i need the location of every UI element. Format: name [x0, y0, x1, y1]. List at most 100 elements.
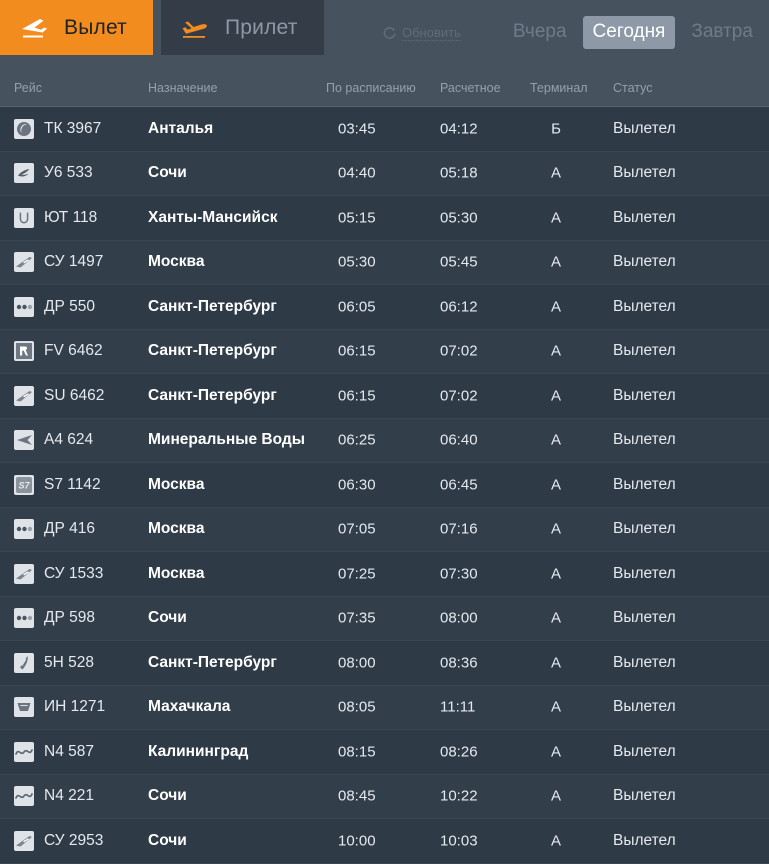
flight-number: СУ 1497	[44, 253, 103, 271]
destination: Санкт-Петербург	[148, 298, 277, 316]
flight-number: N4 221	[44, 787, 94, 805]
table-row[interactable]: SU 6462Санкт-Петербург06:1507:02АВылетел	[0, 374, 769, 419]
table-row[interactable]: S7S7 1142Москва06:3006:45АВылетел	[0, 463, 769, 508]
day-today[interactable]: Сегодня	[583, 16, 676, 49]
flight-number: ДР 550	[44, 298, 95, 316]
flight-number: У6 533	[44, 164, 93, 182]
table-row[interactable]: СУ 2953Сочи10:0010:03АВылетел	[0, 819, 769, 864]
scheduled-time: 06:25	[338, 432, 376, 449]
destination: Москва	[148, 565, 205, 583]
table-row[interactable]: ИН 1271Махачкала08:0511:11АВылетел	[0, 686, 769, 731]
airline-logo-cell	[14, 297, 34, 317]
flight-number: SU 6462	[44, 387, 104, 405]
turkish-airlines-logo-icon	[14, 119, 34, 139]
scheduled-time: 08:00	[338, 654, 376, 671]
airline-logo-cell	[14, 430, 34, 450]
table-row[interactable]: ДР 550Санкт-Петербург06:0506:12АВылетел	[0, 285, 769, 330]
table-row[interactable]: 5Н 528Санкт-Петербург08:0008:36АВылетел	[0, 641, 769, 686]
table-row[interactable]: СУ 1497Москва05:3005:45АВылетел	[0, 241, 769, 286]
table-row[interactable]: N4 587Калининград08:1508:26АВылетел	[0, 730, 769, 775]
tab-arrivals[interactable]: Прилет	[161, 0, 324, 55]
terminal: А	[549, 743, 563, 760]
table-row[interactable]: У6 533Сочи04:4005:18АВылетел	[0, 152, 769, 197]
nordwind-wave-logo-icon	[14, 742, 34, 762]
flight-number: ДР 598	[44, 609, 95, 627]
flight-number: A4 624	[44, 431, 93, 449]
estimated-time: 06:40	[440, 432, 478, 449]
terminal: А	[549, 209, 563, 226]
day-tomorrow[interactable]: Завтра	[681, 16, 763, 49]
estimated-time: 06:45	[440, 476, 478, 493]
status: Вылетел	[613, 342, 676, 360]
status: Вылетел	[613, 832, 676, 850]
estimated-time: 08:00	[440, 610, 478, 627]
izhavia-logo-icon	[14, 697, 34, 717]
status: Вылетел	[613, 565, 676, 583]
status: Вылетел	[613, 209, 676, 227]
scheduled-time: 06:15	[338, 387, 376, 404]
flight-number: FV 6462	[44, 342, 103, 360]
airline-logo-cell	[14, 386, 34, 406]
terminal: А	[549, 476, 563, 493]
refresh-button[interactable]: Обновить	[382, 25, 461, 41]
estimated-time: 08:36	[440, 654, 478, 671]
scheduled-time: 06:30	[338, 476, 376, 493]
table-row[interactable]: ДР 416Москва07:0507:16АВылетел	[0, 508, 769, 553]
airline-logo-cell	[14, 608, 34, 628]
destination: Москва	[148, 253, 205, 271]
terminal: Б	[549, 120, 563, 137]
estimated-time: 11:11	[440, 699, 475, 716]
flight-number: ТК 3967	[44, 120, 101, 138]
table-row[interactable]: A4 624Минеральные Воды06:2506:40АВылетел	[0, 419, 769, 464]
estimated-time: 05:45	[440, 254, 478, 271]
scheduled-time: 05:30	[338, 254, 376, 271]
terminal: А	[549, 387, 563, 404]
terminal: А	[549, 432, 563, 449]
estimated-time: 07:30	[440, 565, 478, 582]
flight-number: ДР 416	[44, 520, 95, 538]
destination: Санкт-Петербург	[148, 342, 277, 360]
destination: Москва	[148, 520, 205, 538]
table-row[interactable]: ЮТ 118Ханты-Мансийск05:1505:30АВылетел	[0, 196, 769, 241]
terminal: А	[549, 165, 563, 182]
destination: Анталья	[148, 120, 213, 138]
table-row[interactable]: FV 6462Санкт-Петербург06:1507:02АВылетел	[0, 330, 769, 375]
airline-logo-cell	[14, 252, 34, 272]
status: Вылетел	[613, 787, 676, 805]
rossiya-logo-icon	[14, 341, 34, 361]
destination: Москва	[148, 476, 205, 494]
refresh-icon	[382, 25, 397, 40]
estimated-time: 10:22	[440, 788, 478, 805]
status: Вылетел	[613, 298, 676, 316]
estimated-time: 07:16	[440, 521, 478, 538]
aeroflot-logo-icon	[14, 252, 34, 272]
status: Вылетел	[613, 253, 676, 271]
status: Вылетел	[613, 743, 676, 761]
scheduled-time: 08:45	[338, 788, 376, 805]
column-header-status: Статус	[613, 81, 653, 95]
aeroflot-logo-icon	[14, 831, 34, 851]
flight-number: СУ 1533	[44, 565, 103, 583]
day-yesterday[interactable]: Вчера	[503, 16, 577, 49]
nordwind-wave-logo-icon	[14, 786, 34, 806]
scheduled-time: 05:15	[338, 209, 376, 226]
airline-logo-cell	[14, 564, 34, 584]
estimated-time: 08:26	[440, 743, 478, 760]
scheduled-time: 08:15	[338, 743, 376, 760]
airline-logo-cell	[14, 831, 34, 851]
pobeda-dots-logo-icon	[14, 297, 34, 317]
scheduled-time: 10:00	[338, 832, 376, 849]
refresh-label: Обновить	[402, 25, 461, 41]
day-selector: Вчера Сегодня Завтра	[503, 16, 763, 49]
scheduled-time: 06:05	[338, 298, 376, 315]
column-header-dest: Назначение	[148, 81, 217, 95]
table-row[interactable]: СУ 1533Москва07:2507:30АВылетел	[0, 552, 769, 597]
pobeda-dots-logo-icon	[14, 608, 34, 628]
mode-tabs: Вылет Прилет	[0, 0, 324, 55]
airline-logo-cell	[14, 119, 34, 139]
scheduled-time: 07:35	[338, 610, 376, 627]
table-row[interactable]: N4 221Сочи08:4510:22АВылетел	[0, 775, 769, 820]
tab-departures[interactable]: Вылет	[0, 0, 153, 55]
table-row[interactable]: ДР 598Сочи07:3508:00АВылетел	[0, 597, 769, 642]
table-row[interactable]: ТК 3967Анталья03:4504:12БВылетел	[0, 107, 769, 152]
